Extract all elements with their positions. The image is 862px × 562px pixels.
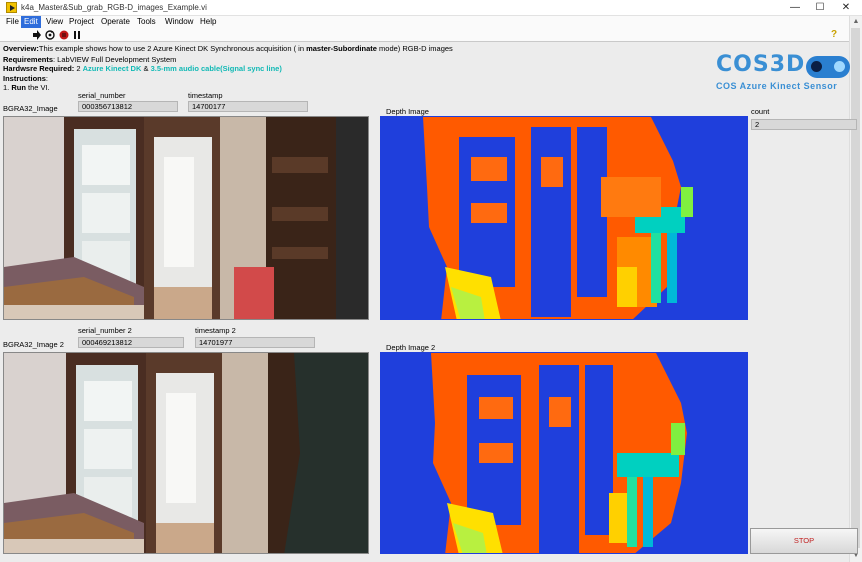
room-photo-1 <box>4 117 368 319</box>
overview-bold: master-Subordinate <box>306 44 377 53</box>
scrollbar-thumb[interactable] <box>851 28 860 548</box>
run-arrow-icon[interactable] <box>32 30 42 40</box>
overview-text-1: This example shows how to use 2 Azure Ki… <box>38 44 307 53</box>
overview-text-2: mode) RGB-D images <box>376 44 453 53</box>
menu-operate[interactable]: Operate <box>98 16 133 28</box>
step-run: Run <box>11 83 26 92</box>
labview-vi-icon <box>6 2 17 13</box>
window-title: k4a_Master&Sub_grab_RGB-D_images_Example… <box>21 3 207 12</box>
menu-help[interactable]: Help <box>197 16 219 28</box>
overview-line: Overview:This example shows how to use 2… <box>3 44 453 53</box>
minimize-icon[interactable]: — <box>783 0 807 16</box>
depth-image-2-display[interactable] <box>380 352 748 554</box>
bgra-image-display[interactable] <box>3 116 369 320</box>
depth-image-2-label: Depth Image 2 <box>386 343 436 352</box>
serial-number-2-label: serial_number 2 <box>78 326 132 335</box>
serial-number-2-field[interactable]: 000469213812 <box>78 337 184 348</box>
instructions-colon: : <box>45 74 49 83</box>
instruction-step-1: 1. Run the VI. <box>3 83 50 92</box>
timestamp-2-field[interactable]: 14701977 <box>195 337 315 348</box>
hardware-text-2: & <box>141 64 151 73</box>
bgra-image-2-label: BGRA32_Image 2 <box>3 340 64 349</box>
serial-number-label: serial_number <box>78 91 126 100</box>
cos3d-logo: COS3D <box>716 52 806 77</box>
timestamp-label: timestamp <box>188 91 223 100</box>
room-photo-2 <box>4 353 368 553</box>
step-text: the VI. <box>25 83 50 92</box>
logo-knob-light <box>834 61 845 72</box>
logo-subtitle: COS Azure Kinect Sensor <box>716 81 838 91</box>
abort-icon[interactable] <box>59 30 69 40</box>
instructions-line: Instructions: <box>3 74 48 83</box>
hardware-device: Azure Kinect DK <box>82 64 142 73</box>
stop-button[interactable]: STOP <box>750 528 858 554</box>
close-icon[interactable]: ✕ <box>834 0 858 16</box>
menu-edit[interactable]: Edit <box>21 16 41 28</box>
timestamp-2-label: timestamp 2 <box>195 326 236 335</box>
context-help-icon[interactable]: ? <box>829 30 839 40</box>
logo-knob-dark <box>811 61 822 72</box>
menu-window[interactable]: Window <box>162 16 196 28</box>
menu-project[interactable]: Project <box>66 16 97 28</box>
toolbar <box>0 29 862 42</box>
requirements-label: Requirements <box>3 55 54 64</box>
bgra-image-label: BGRA32_Image <box>3 104 58 113</box>
menu-file[interactable]: File <box>3 16 22 28</box>
instructions-label: Instructions <box>3 74 46 83</box>
hardware-cable: 3.5-mm audio cable(Signal sync line) <box>150 64 282 73</box>
depth-image-display[interactable] <box>380 116 748 320</box>
count-field[interactable]: 2 <box>751 119 857 130</box>
depth-map-2 <box>381 353 747 553</box>
run-continuously-icon[interactable] <box>45 30 55 40</box>
bgra-image-2-display[interactable] <box>3 352 369 554</box>
maximize-icon[interactable]: ☐ <box>808 0 832 16</box>
timestamp-field[interactable]: 14700177 <box>188 101 308 112</box>
hardware-label: Hardwsre Required: <box>3 64 75 73</box>
hardware-line: Hardwsre Required: 2 Azure Kinect DK & 3… <box>3 64 282 73</box>
hardware-text-1: 2 <box>74 64 83 73</box>
menu-view[interactable]: View <box>43 16 66 28</box>
depth-image-label: Depth Image <box>386 107 429 116</box>
count-label: count <box>751 107 770 116</box>
requirements-text: : LabVIEW Full Development System <box>53 55 177 64</box>
menu-tools[interactable]: Tools <box>134 16 159 28</box>
scroll-up-icon[interactable]: ▲ <box>852 18 860 26</box>
requirements-line: Requirements: LabVIEW Full Development S… <box>3 55 176 64</box>
pause-icon[interactable] <box>72 30 82 40</box>
overview-label: Overview: <box>3 44 39 53</box>
serial-number-field[interactable]: 000356713812 <box>78 101 178 112</box>
depth-map-1 <box>381 117 747 319</box>
